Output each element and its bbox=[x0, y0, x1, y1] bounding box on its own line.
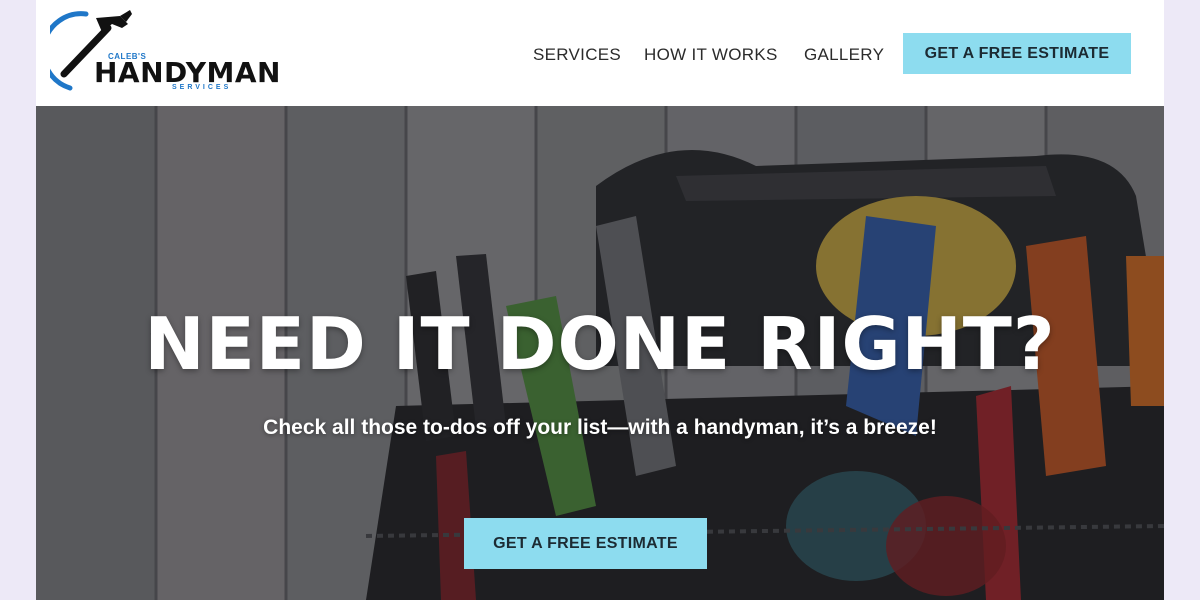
site-logo[interactable]: CALEB'S HANDYMAN SERVICES bbox=[50, 10, 280, 92]
nav-link-services[interactable]: SERVICES bbox=[533, 45, 621, 65]
hero-title: NEED IT DONE RIGHT? bbox=[144, 302, 1056, 386]
hero-estimate-button[interactable]: GET A FREE ESTIMATE bbox=[464, 518, 707, 569]
nav-link-how-it-works[interactable]: HOW IT WORKS bbox=[644, 45, 778, 65]
logo-sub-text: SERVICES bbox=[172, 84, 232, 91]
hero-section: NEED IT DONE RIGHT? Check all those to-d… bbox=[36, 106, 1164, 600]
header-estimate-button[interactable]: GET A FREE ESTIMATE bbox=[903, 33, 1131, 74]
hero-subtitle: Check all those to-dos off your list—wit… bbox=[263, 416, 937, 439]
site-header: CALEB'S HANDYMAN SERVICES SERVICES HOW I… bbox=[36, 0, 1164, 106]
page: CALEB'S HANDYMAN SERVICES SERVICES HOW I… bbox=[36, 0, 1164, 600]
nav-link-gallery[interactable]: GALLERY bbox=[804, 45, 884, 65]
